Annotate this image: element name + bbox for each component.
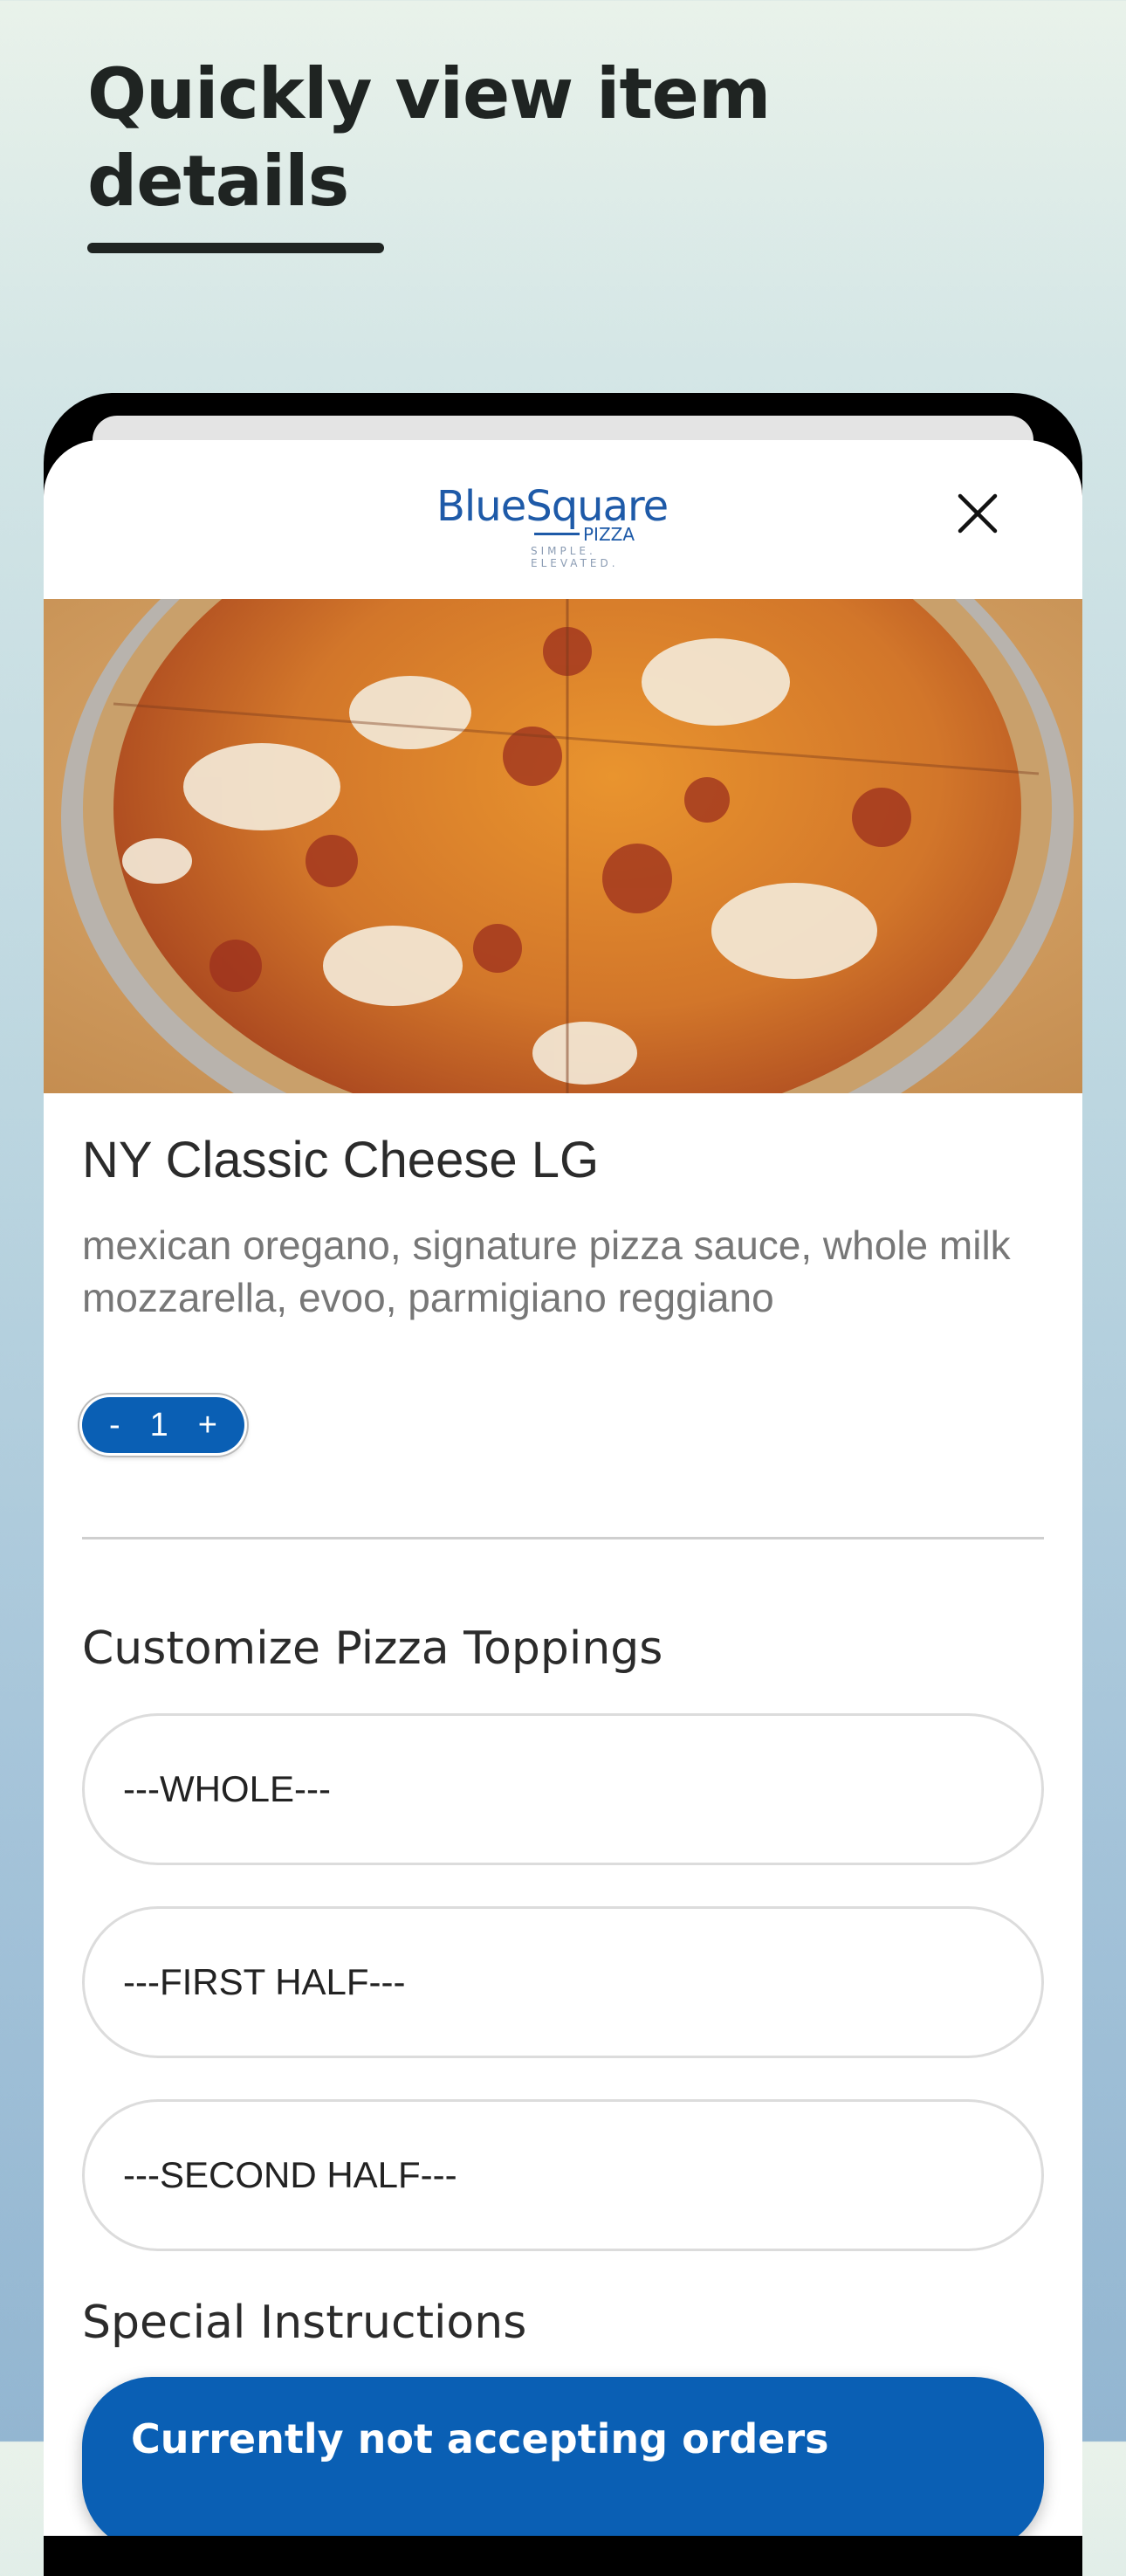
decrement-button[interactable]: - (109, 1407, 120, 1444)
toppings-section-title: Customize Pizza Toppings (82, 1622, 663, 1675)
item-detail-modal: BlueSquare PIZZA SIMPLE. ELEVATED. NY Cl… (44, 440, 1082, 2536)
topping-select-first-half[interactable]: ---FIRST HALF--- (82, 1906, 1044, 2058)
logo-divider (534, 533, 580, 535)
logo-tagline: SIMPLE. ELEVATED. (531, 545, 619, 569)
special-instructions-title: Special Instructions (82, 2297, 527, 2349)
quantity-stepper[interactable]: - 1 + (82, 1397, 244, 1453)
modal-header: BlueSquare PIZZA SIMPLE. ELEVATED. (44, 440, 1082, 599)
item-title: NY Classic Cheese LG (82, 1132, 600, 1188)
topping-select-second-half[interactable]: ---SECOND HALF--- (82, 2099, 1044, 2251)
topping-select-whole[interactable]: ---WHOLE--- (82, 1713, 1044, 1865)
quantity-value: 1 (149, 1406, 168, 1443)
bluesquare-logo: BlueSquare PIZZA SIMPLE. ELEVATED. (436, 482, 690, 569)
close-icon (958, 493, 998, 534)
pizza-photo (44, 599, 1082, 1093)
pizza-image (44, 599, 1082, 1093)
increment-button[interactable]: + (198, 1407, 217, 1444)
promo-headline: Quickly view item details (87, 53, 771, 222)
logo-subtext: PIZZA (583, 524, 635, 545)
close-button[interactable] (943, 479, 1013, 548)
order-status-text: Currently not accepting orders (131, 2415, 829, 2462)
item-description: mexican oregano, signature pizza sauce, … (82, 1223, 1011, 1320)
headline-underline (87, 243, 384, 253)
order-status-button[interactable]: Currently not accepting orders (82, 2377, 1044, 2536)
divider (82, 1537, 1044, 1539)
